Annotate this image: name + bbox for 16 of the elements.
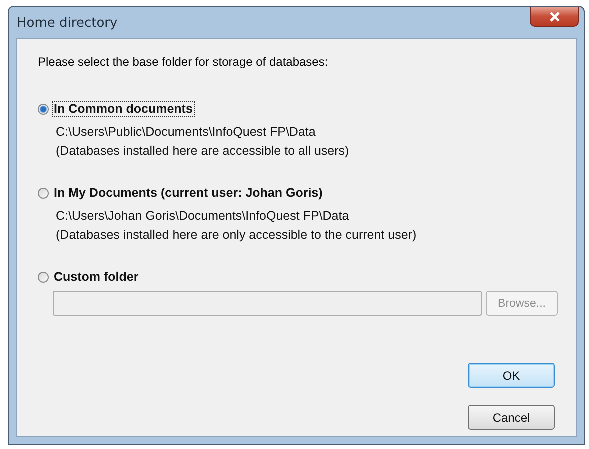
option-label[interactable]: Custom folder [53,270,140,284]
radio-button[interactable] [38,104,49,114]
close-icon [548,12,560,22]
folder-path: C:\Users\Johan Goris\Documents\InfoQuest FP\Data [56,209,350,223]
radio-button[interactable] [38,272,49,282]
ok-button[interactable]: OK [468,363,555,388]
window-title: Home directory [17,16,118,31]
option-label[interactable]: In Common documents [53,102,194,116]
radio-button[interactable] [38,188,49,198]
cancel-button[interactable]: Cancel [468,405,555,430]
option-label[interactable]: In My Documents (current user: Johan Goris) [53,186,324,200]
folder-path: C:\Users\Public\Documents\InfoQuest FP\Data [56,125,317,139]
option-description: (Databases installed here are only accessible to the current user) [56,228,418,242]
prompt-text: Please select the base folder for storage of databases: [38,55,330,69]
option-description: (Databases installed here are accessible to all users) [56,144,350,158]
close-button[interactable] [530,7,579,27]
